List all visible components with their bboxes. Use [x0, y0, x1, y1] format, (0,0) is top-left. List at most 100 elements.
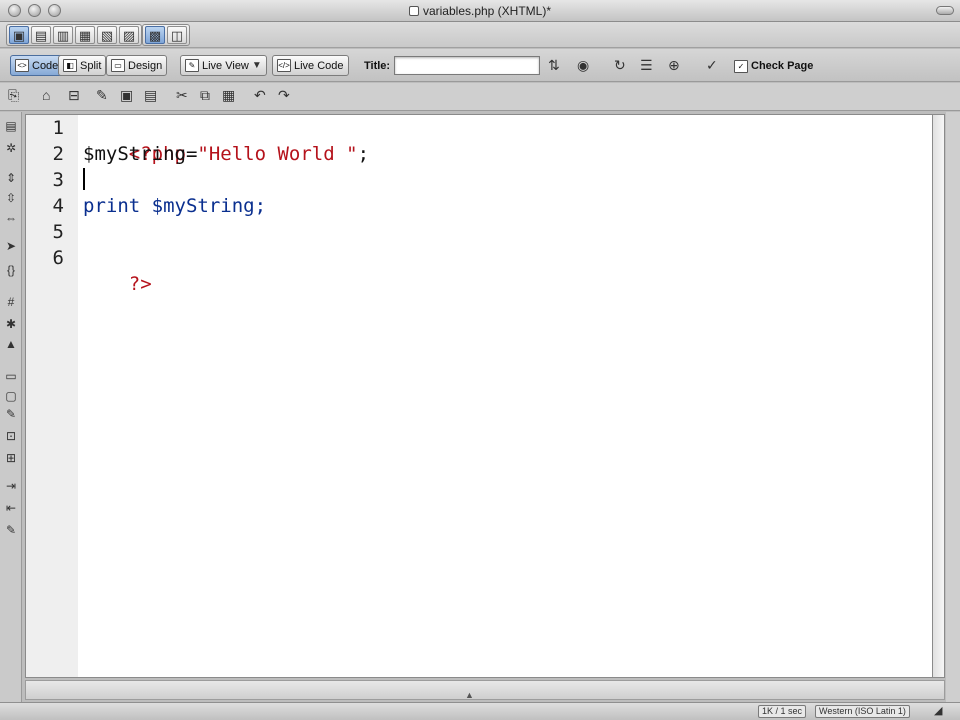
file-management-icon[interactable]: ⇅ [548, 58, 560, 72]
insert-text-icon[interactable]: ▨ [119, 26, 139, 44]
split-view-label: Split [80, 59, 102, 72]
split-view-icon: ◧ [63, 59, 77, 72]
code-view-icon: <> [15, 59, 29, 72]
insert-spry-icon[interactable]: ▧ [97, 26, 117, 44]
paste-icon[interactable]: ▦ [222, 88, 235, 102]
assign-operator: = [185, 143, 198, 165]
design-view-icon: ▭ [111, 59, 125, 72]
text-cursor [83, 168, 85, 190]
line-number-4: 4 [52, 195, 64, 217]
encoding-status[interactable]: Western (ISO Latin 1) [815, 705, 910, 718]
code-line-2[interactable]: $myString="Hello World "; [83, 141, 369, 167]
line-number-2: 2 [52, 143, 64, 165]
validate-markup-icon[interactable]: ✓ [706, 58, 718, 72]
insert-favorites-icon[interactable]: ▩ [145, 26, 165, 44]
outdent-code-icon[interactable]: ⇤ [3, 500, 19, 516]
code-editor[interactable]: 1 2 3 4 5 6 <?php $myString="Hello World… [25, 114, 933, 678]
check-page-button[interactable]: ✓ Check Page [734, 56, 813, 76]
live-view-label: Live View [202, 59, 249, 72]
document-size-status: 1K / 1 sec [758, 705, 807, 718]
design-view-button[interactable]: ▭ Design [106, 55, 168, 76]
check-page-label: Check Page [751, 60, 814, 72]
print-argument: $myString; [140, 195, 267, 217]
insert-forms-icon[interactable]: ▥ [53, 26, 73, 44]
undo-icon[interactable]: ↶ [254, 88, 266, 102]
live-code-icon: </> [277, 59, 291, 72]
code-line-6[interactable]: ?> [83, 245, 152, 295]
variable-name: $myString [83, 143, 186, 165]
live-view-icon: ✎ [185, 59, 199, 72]
live-code-label: Live Code [294, 59, 344, 72]
print-keyword: print [83, 195, 141, 217]
window-title-container: variables.php (XHTML)* [0, 4, 960, 18]
title-label: Title: [364, 60, 391, 72]
panel-splitter[interactable] [25, 680, 945, 700]
insert-data-icon[interactable]: ▦ [75, 26, 95, 44]
insert-group-2: ▩ ◫ [142, 24, 190, 46]
collapse-selection-icon[interactable]: ⇳ [3, 190, 19, 206]
line-number-6: 6 [52, 247, 64, 269]
expand-all-icon[interactable]: ⇔ [3, 210, 19, 226]
syntax-error-alerts-icon[interactable]: ▲ [3, 336, 19, 352]
live-code-button[interactable]: </> Live Code [272, 55, 349, 76]
insert-layout-icon[interactable]: ▤ [31, 26, 51, 44]
select-parent-tag-icon[interactable]: ➤ [3, 238, 19, 254]
semicolon: ; [357, 143, 370, 165]
live-view-button[interactable]: ✎ Live View ▼ [180, 55, 267, 76]
string-literal: "Hello World " [197, 143, 358, 165]
line-number-3: 3 [52, 169, 64, 191]
insert-media-icon[interactable]: ◫ [167, 26, 187, 44]
preview-browser-icon[interactable]: ◉ [577, 58, 589, 72]
highlight-invalid-code-icon[interactable]: ✱ [3, 316, 19, 332]
collapse-full-tag-icon[interactable]: ⇕ [3, 170, 19, 186]
show-code-navigator-icon[interactable]: ✲ [3, 140, 19, 156]
balance-braces-icon[interactable]: {} [3, 262, 19, 278]
code-view-button[interactable]: <> Code [10, 55, 64, 76]
remove-comment-icon[interactable]: ▢ [3, 388, 19, 404]
insert-toolbar: ▣ ▤ ▥ ▦ ▧ ▨ ▩ ◫ [0, 22, 960, 48]
document-icon [408, 6, 419, 16]
cut-icon[interactable]: ✂ [176, 88, 188, 102]
refresh-icon[interactable]: ↻ [614, 58, 626, 72]
recent-snippets-icon[interactable]: ⊡ [3, 428, 19, 444]
coding-toolbar: ▤ ✲ ⇕ ⇳ ⇔ ➤ {} # ✱ ▲ ▭ ▢ ✎ ⊡ ⊞ ⇥ ⇤ ✎ [0, 112, 22, 702]
code-line-3[interactable] [83, 167, 85, 193]
php-close-tag: ?> [128, 273, 152, 295]
splitter-grip-icon[interactable]: ▲ [465, 690, 474, 700]
view-options-icon[interactable]: ☰ [640, 58, 653, 72]
document-title-input[interactable] [394, 56, 540, 75]
status-bar: 1K / 1 sec Western (ISO Latin 1) ◢ [0, 702, 960, 720]
right-panel-edge [946, 112, 960, 702]
new-document-icon[interactable]: ⎘ [8, 88, 19, 102]
insert-common-icon[interactable]: ▣ [9, 26, 29, 44]
window-title: variables.php (XHTML)* [422, 4, 552, 18]
copy-icon[interactable]: ⧉ [200, 88, 210, 102]
browse-bridge-icon[interactable]: ✎ [96, 88, 108, 102]
toolbar-toggle-button[interactable] [936, 6, 954, 15]
format-source-icon[interactable]: ✎ [3, 522, 19, 538]
move-css-icon[interactable]: ⊞ [3, 450, 19, 466]
insert-group: ▣ ▤ ▥ ▦ ▧ ▨ [6, 24, 142, 46]
apply-comment-icon[interactable]: ▭ [3, 368, 19, 384]
wrap-tag-icon[interactable]: ✎ [3, 406, 19, 422]
design-view-label: Design [128, 59, 163, 72]
check-page-icon: ✓ [734, 59, 748, 73]
open-folder-icon[interactable]: ⊟ [68, 88, 80, 102]
open-documents-icon[interactable]: ▤ [3, 118, 19, 134]
resize-grip-icon[interactable]: ◢ [934, 706, 942, 717]
indent-code-icon[interactable]: ⇥ [3, 478, 19, 494]
visual-aids-icon[interactable]: ⊕ [668, 58, 680, 72]
redo-icon[interactable]: ↷ [278, 88, 290, 102]
code-line-1[interactable]: <?php [83, 115, 186, 165]
save-icon[interactable]: ▣ [120, 88, 133, 102]
new-icon[interactable]: ⌂ [42, 88, 50, 102]
line-numbers-icon[interactable]: # [3, 294, 19, 310]
code-line-4[interactable]: print $myString; [83, 193, 266, 219]
split-view-button[interactable]: ◧ Split [58, 55, 107, 76]
code-view-label: Code [32, 59, 59, 72]
chevron-down-icon[interactable]: ▼ [252, 60, 262, 71]
line-number-5: 5 [52, 221, 64, 243]
save-all-icon[interactable]: ▤ [144, 88, 157, 102]
line-number-1: 1 [52, 117, 64, 139]
editor-vertical-scrollbar[interactable] [933, 114, 945, 678]
